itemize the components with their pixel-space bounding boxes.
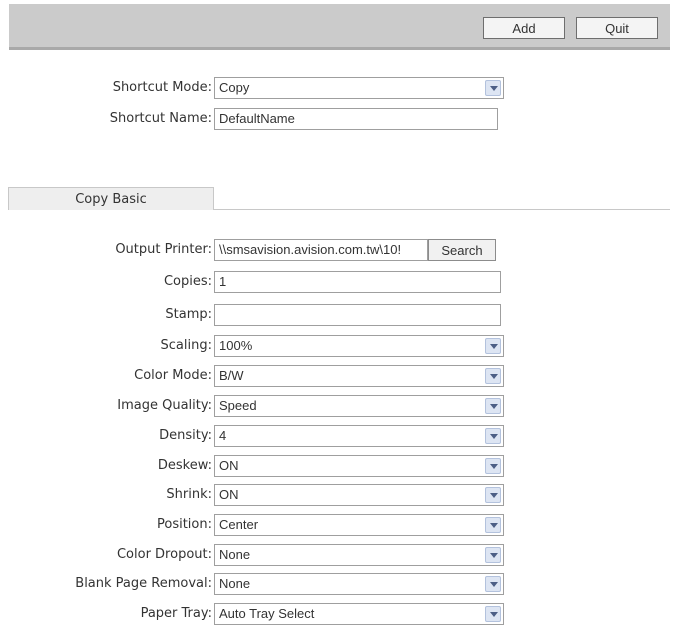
chevron-down-icon[interactable] (485, 576, 501, 592)
copies-value: 1 (219, 274, 227, 289)
scaling-value: 100% (219, 338, 253, 353)
paper-tray-value: Auto Tray Select (219, 606, 315, 621)
image-quality-row: Image Quality: Speed (0, 394, 679, 418)
shortcut-name-row: Shortcut Name: DefaultName (0, 107, 679, 131)
color-dropout-value: None (219, 547, 251, 562)
image-quality-label: Image Quality: (117, 398, 212, 413)
color-mode-select[interactable]: B/W (214, 365, 504, 387)
shrink-row: Shrink: ON (0, 483, 679, 507)
output-printer-label: Output Printer: (115, 242, 212, 257)
shortcut-mode-select[interactable]: Copy (214, 77, 504, 99)
position-row: Position: Center (0, 513, 679, 537)
color-mode-value: B/W (219, 368, 244, 383)
color-mode-row: Color Mode: B/W (0, 364, 679, 388)
position-select[interactable]: Center (214, 514, 504, 536)
output-printer-value: \\smsavision.avision.com.tw\10! (219, 242, 402, 257)
chevron-down-icon[interactable] (485, 368, 501, 384)
position-label: Position: (157, 517, 212, 532)
chevron-down-icon[interactable] (485, 487, 501, 503)
shortcut-name-input[interactable]: DefaultName (214, 108, 498, 130)
blank-page-removal-label: Blank Page Removal: (75, 576, 212, 591)
blank-page-removal-select[interactable]: None (214, 573, 504, 595)
copies-label: Copies: (163, 274, 212, 289)
chevron-down-icon[interactable] (485, 428, 501, 444)
paper-tray-row: Paper Tray: Auto Tray Select (0, 602, 679, 626)
shortcut-mode-value: Copy (219, 80, 250, 95)
shrink-select[interactable]: ON (214, 484, 504, 506)
blank-page-removal-value: None (219, 576, 251, 591)
color-dropout-row: Color Dropout: None (0, 543, 679, 567)
density-value: 4 (219, 428, 227, 443)
density-select[interactable]: 4 (214, 425, 504, 447)
image-quality-value: Speed (219, 398, 257, 413)
search-button[interactable]: Search (428, 239, 496, 261)
deskew-row: Deskew: ON (0, 454, 679, 478)
copies-row: Copies: 1 (0, 270, 679, 294)
stamp-row: Stamp: (0, 303, 679, 327)
paper-tray-label: Paper Tray: (140, 606, 212, 621)
scaling-row: Scaling: 100% (0, 334, 679, 358)
position-value: Center (219, 517, 259, 532)
chevron-down-icon[interactable] (485, 398, 501, 414)
color-mode-label: Color Mode: (134, 368, 212, 383)
blank-page-removal-row: Blank Page Removal: None (0, 572, 679, 596)
chevron-down-icon[interactable] (485, 80, 501, 96)
paper-tray-select[interactable]: Auto Tray Select (214, 603, 504, 625)
stamp-input[interactable] (214, 304, 501, 326)
scaling-label: Scaling: (160, 338, 212, 353)
quit-button[interactable]: Quit (576, 17, 658, 39)
tab-copy-basic[interactable]: Copy Basic (8, 187, 214, 210)
chevron-down-icon[interactable] (485, 606, 501, 622)
output-printer-input[interactable]: \\smsavision.avision.com.tw\10! (214, 239, 428, 261)
shortcut-name-value: DefaultName (219, 111, 295, 126)
deskew-select[interactable]: ON (214, 455, 504, 477)
color-dropout-select[interactable]: None (214, 544, 504, 566)
shortcut-mode-row: Shortcut Mode: Copy (0, 76, 679, 100)
image-quality-select[interactable]: Speed (214, 395, 504, 417)
deskew-label: Deskew: (157, 458, 212, 473)
tab-divider (214, 209, 670, 210)
add-button[interactable]: Add (483, 17, 565, 39)
chevron-down-icon[interactable] (485, 338, 501, 354)
toolbar: Add Quit (9, 4, 670, 50)
shrink-value: ON (219, 487, 239, 502)
density-label: Density: (159, 428, 212, 443)
copies-input[interactable]: 1 (214, 271, 501, 293)
chevron-down-icon[interactable] (485, 517, 501, 533)
shortcut-name-label: Shortcut Name: (109, 111, 212, 126)
chevron-down-icon[interactable] (485, 547, 501, 563)
color-dropout-label: Color Dropout: (116, 547, 212, 562)
shortcut-mode-label: Shortcut Mode: (112, 80, 212, 95)
shrink-label: Shrink: (166, 487, 212, 502)
output-printer-row: Output Printer: \\smsavision.avision.com… (0, 238, 679, 262)
deskew-value: ON (219, 458, 239, 473)
scaling-select[interactable]: 100% (214, 335, 504, 357)
chevron-down-icon[interactable] (485, 458, 501, 474)
density-row: Density: 4 (0, 424, 679, 448)
stamp-label: Stamp: (165, 307, 212, 322)
